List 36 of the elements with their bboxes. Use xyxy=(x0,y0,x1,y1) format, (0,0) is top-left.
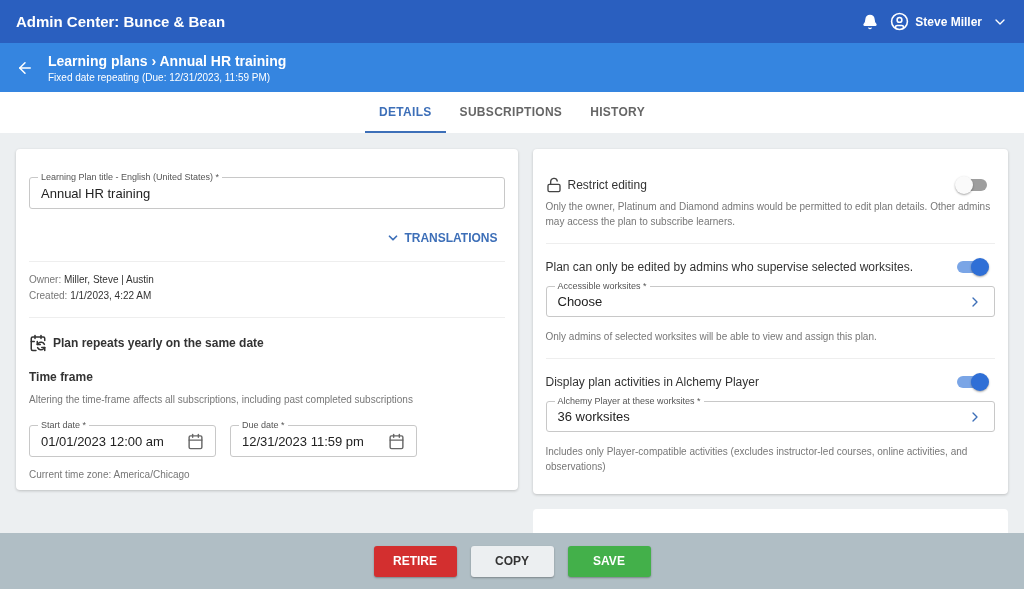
translations-link[interactable]: TRANSLATIONS xyxy=(29,209,505,261)
repeat-text: Plan repeats yearly on the same date xyxy=(53,336,264,350)
user-avatar-icon[interactable] xyxy=(890,12,910,31)
meta-text: Owner: Miller, Steve | Austin xyxy=(29,274,155,285)
field-label: Alchemy Player at these worksites * xyxy=(554,396,704,407)
setting-title: Plan can only be edited by admins who supervise selected worksites. xyxy=(545,260,915,274)
field-label: Start date * xyxy=(38,420,90,431)
calendar-repeat-icon xyxy=(29,334,47,352)
field-label: Learning Plan title - English (United States) * xyxy=(38,172,223,183)
breadcrumb: Learning plans › Annual HR training xyxy=(48,52,287,69)
calendar-icon[interactable] xyxy=(388,432,405,450)
retire-button[interactable]: RETIRE xyxy=(373,545,457,577)
tab[interactable]: HISTORY xyxy=(576,92,659,133)
help-text: Only admins of selected worksites will be able to view and assign this plan. xyxy=(545,330,878,344)
help-text: Includes only Player-compatible activities (excludes instructor-led courses, online activities, and observations) xyxy=(545,445,969,474)
help-text: Altering the time-frame affects all subscriptions, including past completed subscriptions xyxy=(29,393,414,407)
field-label: Accessible worksites * xyxy=(554,281,650,292)
app-title: Admin Center: Bunce & Bean xyxy=(16,13,227,30)
tab[interactable]: DETAILS xyxy=(365,92,446,133)
notifications-icon[interactable] xyxy=(862,13,879,30)
toggle-switch[interactable] xyxy=(957,376,987,388)
meta-text: Created: 1/1/2023, 4:22 AM xyxy=(29,290,153,301)
time-zone-text: Current time zone: America/Chicago xyxy=(29,468,191,482)
field-label: Due date * xyxy=(239,420,288,431)
toggle-switch[interactable] xyxy=(957,261,987,273)
copy-button[interactable]: COPY xyxy=(470,545,554,577)
user-name[interactable]: Steve Miller xyxy=(915,14,982,29)
calendar-icon[interactable] xyxy=(187,432,204,450)
toggle-switch[interactable] xyxy=(957,179,987,191)
lock-icon xyxy=(545,177,562,193)
page-subtitle: Fixed date repeating (Due: 12/31/2023, 11:59 PM) xyxy=(48,71,272,83)
setting-title: Restrict editing xyxy=(567,178,648,192)
setting-title: Display plan activities in Alchemy Player xyxy=(545,375,760,389)
section-heading: Time frame xyxy=(29,370,94,384)
help-text: Only the owner, Platinum and Diamond admins would be permitted to edit plan details. Other admins may access the plan to subscribe learners. xyxy=(545,200,992,229)
tab[interactable]: SUBSCRIPTIONS xyxy=(445,92,577,133)
